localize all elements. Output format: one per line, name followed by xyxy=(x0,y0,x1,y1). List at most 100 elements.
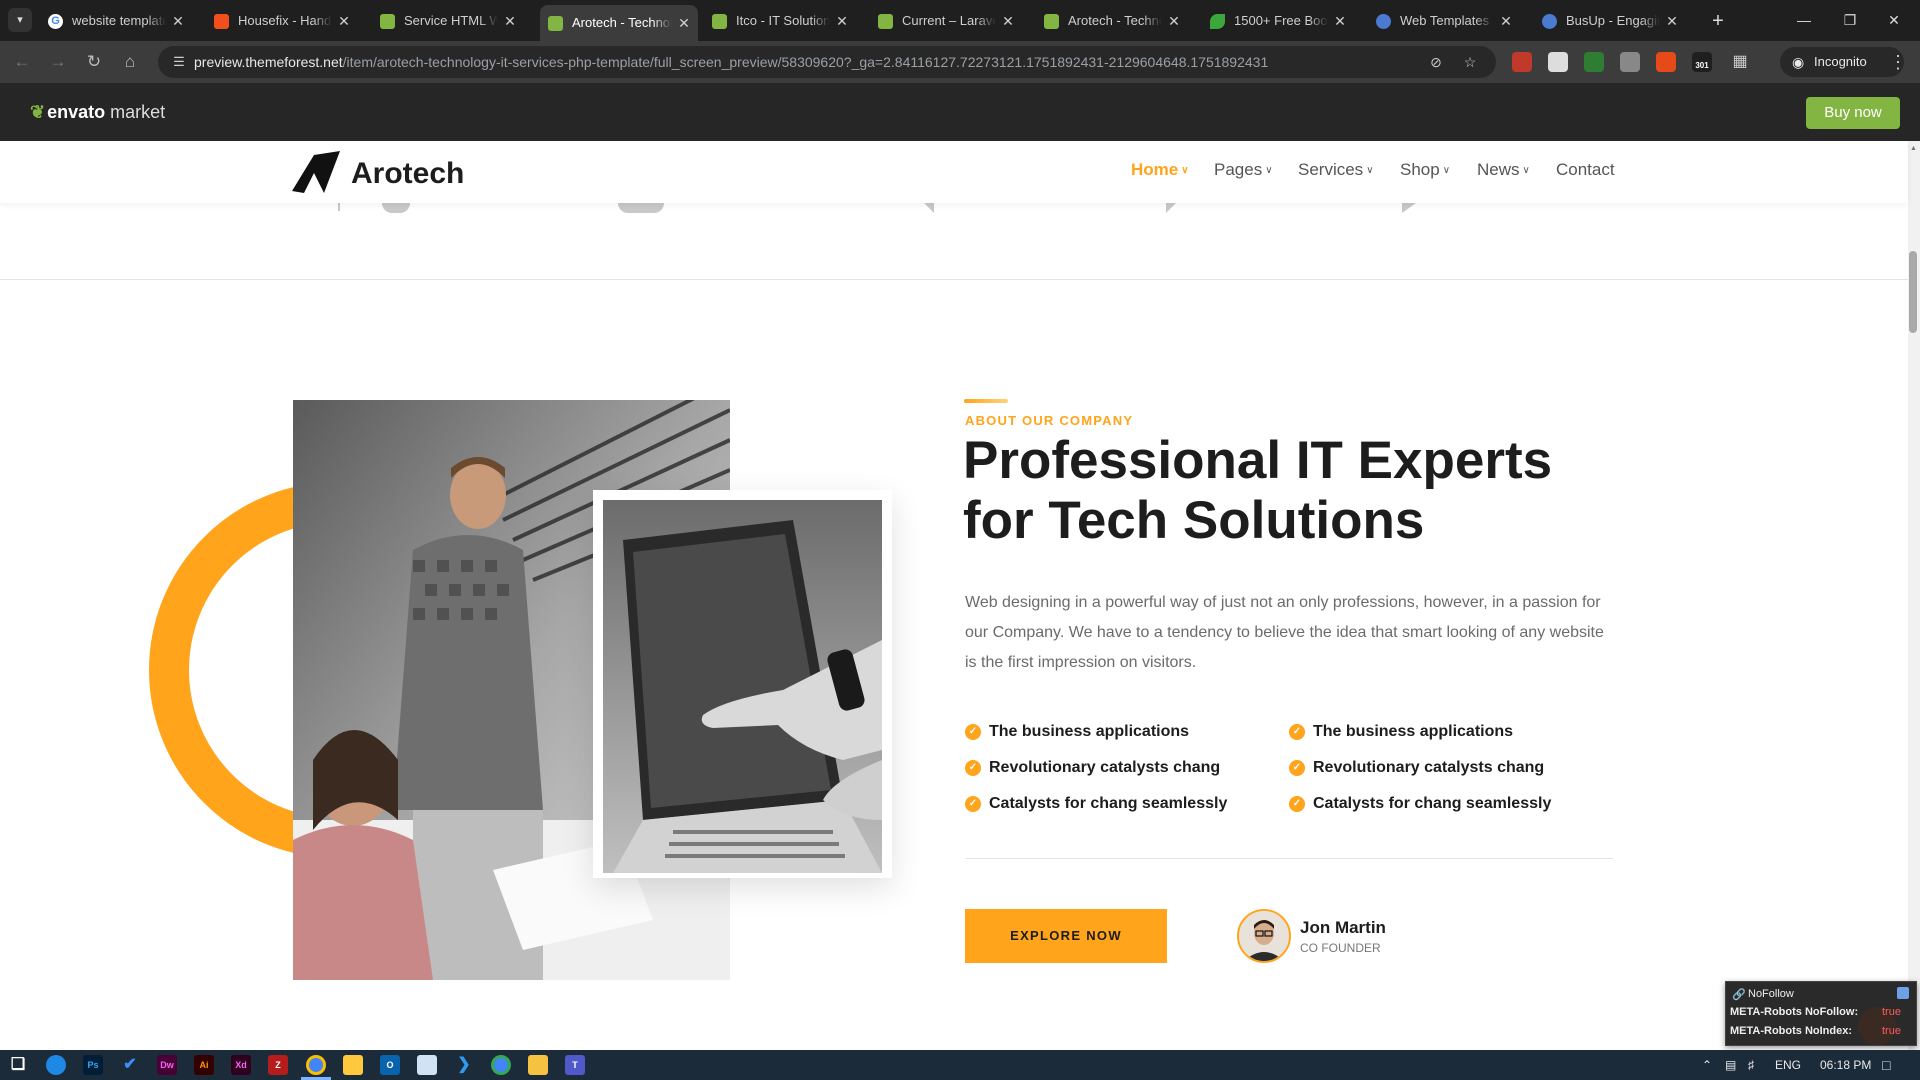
partner-logo-fragment xyxy=(382,203,410,213)
scroll-up-arrow-icon[interactable]: ▲ xyxy=(1910,145,1917,152)
heading-line: for Tech Solutions xyxy=(963,491,1425,550)
address-bar[interactable]: ☰ preview.themeforest.net/item/arotech-t… xyxy=(158,46,1496,78)
envato-market-bar: ❦ envato market xyxy=(0,83,1920,141)
extension-icon[interactable] xyxy=(1584,52,1604,72)
vscode-icon[interactable]: ❯ xyxy=(454,1055,474,1075)
network-icon[interactable]: ▤ xyxy=(1725,1050,1736,1080)
site-header: Arotech Home ∨ Pages ∨ Services ∨ Shop ∨ New… xyxy=(0,141,1908,203)
explore-now-button[interactable]: EXPLORE NOW xyxy=(965,909,1167,963)
illustrator-icon[interactable]: Ai xyxy=(194,1055,214,1075)
language-indicator[interactable]: ENG xyxy=(1775,1050,1801,1080)
nav-services[interactable]: Services ∨ xyxy=(1298,160,1374,180)
todo-icon[interactable]: ✔ xyxy=(120,1055,140,1075)
check-circle-icon: ✓ xyxy=(965,724,981,740)
bookmark-star-icon[interactable]: ☆ xyxy=(1460,53,1480,71)
extension-icon[interactable] xyxy=(1548,52,1568,72)
browser-tab[interactable]: Itco - IT Solutions ✕ xyxy=(704,7,856,35)
tray-overflow-icon[interactable]: ⌃ xyxy=(1702,1050,1712,1080)
new-tab-icon[interactable]: + xyxy=(1705,8,1731,34)
extension-icon[interactable] xyxy=(1512,52,1532,72)
tab-label: Arotech - Technology xyxy=(572,15,672,30)
more-menu-icon[interactable]: ⋮ xyxy=(1884,48,1912,76)
heading-accent-line xyxy=(964,399,1008,403)
site-info-icon[interactable]: ☰ xyxy=(170,53,188,71)
scrollbar-thumb[interactable] xyxy=(1909,251,1917,333)
browser-tab[interactable]: G website template ✕ xyxy=(40,7,192,35)
teams-icon[interactable]: T xyxy=(565,1055,585,1075)
tab-label: Itco - IT Solutions xyxy=(736,13,830,28)
feature-text: The business applications xyxy=(989,723,1190,740)
system-clock[interactable]: 06:18 PM xyxy=(1820,1050,1871,1080)
google-icon: G xyxy=(48,14,63,29)
tab-label: Housefix - Handyman xyxy=(238,13,332,28)
dreamweaver-icon[interactable]: Dw xyxy=(157,1055,177,1075)
chrome-icon[interactable] xyxy=(491,1055,511,1075)
browser-tab[interactable]: Service HTML Website ✕ xyxy=(372,7,524,35)
reload-icon[interactable]: ↻ xyxy=(80,48,108,76)
nav-news[interactable]: News ∨ xyxy=(1477,160,1530,180)
tab-label: 1500+ Free Bootstrap xyxy=(1234,13,1328,28)
check-circle-icon: ✓ xyxy=(965,760,981,776)
filezilla-icon[interactable]: Z xyxy=(268,1055,288,1075)
browser-tab[interactable]: BusUp - Engaging ✕ xyxy=(1534,7,1686,35)
close-window-icon[interactable]: ✕ xyxy=(1868,0,1920,41)
browser-tab-active[interactable]: Arotech - Technology ✕ xyxy=(540,5,698,41)
browser-tab[interactable]: Arotech - Technology ✕ xyxy=(1036,7,1188,35)
popup-close-icon[interactable] xyxy=(1897,987,1909,999)
windows-start-icon[interactable]: ❏ xyxy=(8,1055,28,1075)
url-text[interactable]: preview.themeforest.net/item/arotech-tec… xyxy=(194,46,1268,78)
nav-home[interactable]: Home ∨ xyxy=(1131,160,1189,180)
browser-tab[interactable]: Web Templates | Free ✕ xyxy=(1368,7,1520,35)
section-heading: Professional IT Experts for Tech Solutio… xyxy=(963,431,1603,551)
notification-icon[interactable]: □ xyxy=(1882,1050,1890,1080)
browser-tab[interactable]: 1500+ Free Bootstrap ✕ xyxy=(1202,7,1354,35)
home-icon[interactable]: ⌂ xyxy=(116,48,144,76)
volume-icon[interactable]: ♯ xyxy=(1748,1050,1754,1080)
heading-line: Professional IT Experts xyxy=(963,431,1553,490)
back-icon[interactable]: ← xyxy=(8,48,36,76)
explorer-icon[interactable] xyxy=(528,1055,548,1075)
close-icon[interactable]: ✕ xyxy=(336,7,352,35)
feature-text: Revolutionary catalysts chang xyxy=(1313,759,1545,776)
close-icon[interactable]: ✕ xyxy=(1664,7,1680,35)
xd-icon[interactable]: Xd xyxy=(231,1055,251,1075)
browser-tab[interactable]: Housefix - Handyman ✕ xyxy=(206,7,358,35)
chevron-down-icon: ∨ xyxy=(1366,165,1374,176)
laptop-photo xyxy=(603,500,882,873)
close-icon[interactable]: ✕ xyxy=(1000,7,1016,35)
close-icon[interactable]: ✕ xyxy=(1166,7,1182,35)
redirect-badge[interactable]: 301 xyxy=(1692,52,1712,72)
close-icon[interactable]: ✕ xyxy=(170,7,186,35)
envato-leaf-icon: ❦ xyxy=(30,102,46,122)
edge-icon[interactable] xyxy=(46,1055,66,1075)
puzzle-icon[interactable]: ▦ xyxy=(1730,52,1750,72)
globe-icon xyxy=(1542,14,1557,29)
close-icon[interactable]: ✕ xyxy=(834,7,850,35)
photoshop-icon[interactable]: Ps xyxy=(83,1055,103,1075)
forward-icon[interactable]: → xyxy=(44,48,72,76)
outlook-icon[interactable]: O xyxy=(380,1055,400,1075)
nav-pages[interactable]: Pages ∨ xyxy=(1214,160,1273,180)
close-icon[interactable]: ✕ xyxy=(502,7,518,35)
notes-icon[interactable] xyxy=(343,1055,363,1075)
envato-logo[interactable]: ❦ envato market xyxy=(30,100,165,124)
section-eyebrow: ABOUT OUR COMPANY xyxy=(965,413,1134,428)
close-icon[interactable]: ✕ xyxy=(1332,7,1348,35)
close-icon[interactable]: ✕ xyxy=(676,5,692,41)
eye-off-icon[interactable]: ⊘ xyxy=(1426,53,1446,71)
close-icon[interactable]: ✕ xyxy=(1498,7,1514,35)
chevron-down-icon: ∨ xyxy=(1265,165,1273,176)
link-icon: 🔗 xyxy=(1732,989,1746,1001)
tab-search-dropdown-icon[interactable]: ▾ xyxy=(8,8,32,32)
notepad-icon[interactable] xyxy=(417,1055,437,1075)
chrome-icon[interactable] xyxy=(306,1055,326,1075)
nav-contact[interactable]: Contact xyxy=(1556,160,1615,180)
extension-icon[interactable] xyxy=(1656,52,1676,72)
partner-logo-fragment xyxy=(924,203,934,213)
camera-icon[interactable] xyxy=(1620,52,1640,72)
check-circle-icon: ✓ xyxy=(1289,724,1305,740)
browser-tab-bar: ▾ G website template ✕ Housefix - Handym… xyxy=(0,0,1920,41)
browser-tab[interactable]: Current – Laravel ✕ xyxy=(870,7,1022,35)
nav-shop[interactable]: Shop ∨ xyxy=(1400,160,1450,180)
buy-now-button[interactable]: Buy now xyxy=(1806,97,1900,129)
